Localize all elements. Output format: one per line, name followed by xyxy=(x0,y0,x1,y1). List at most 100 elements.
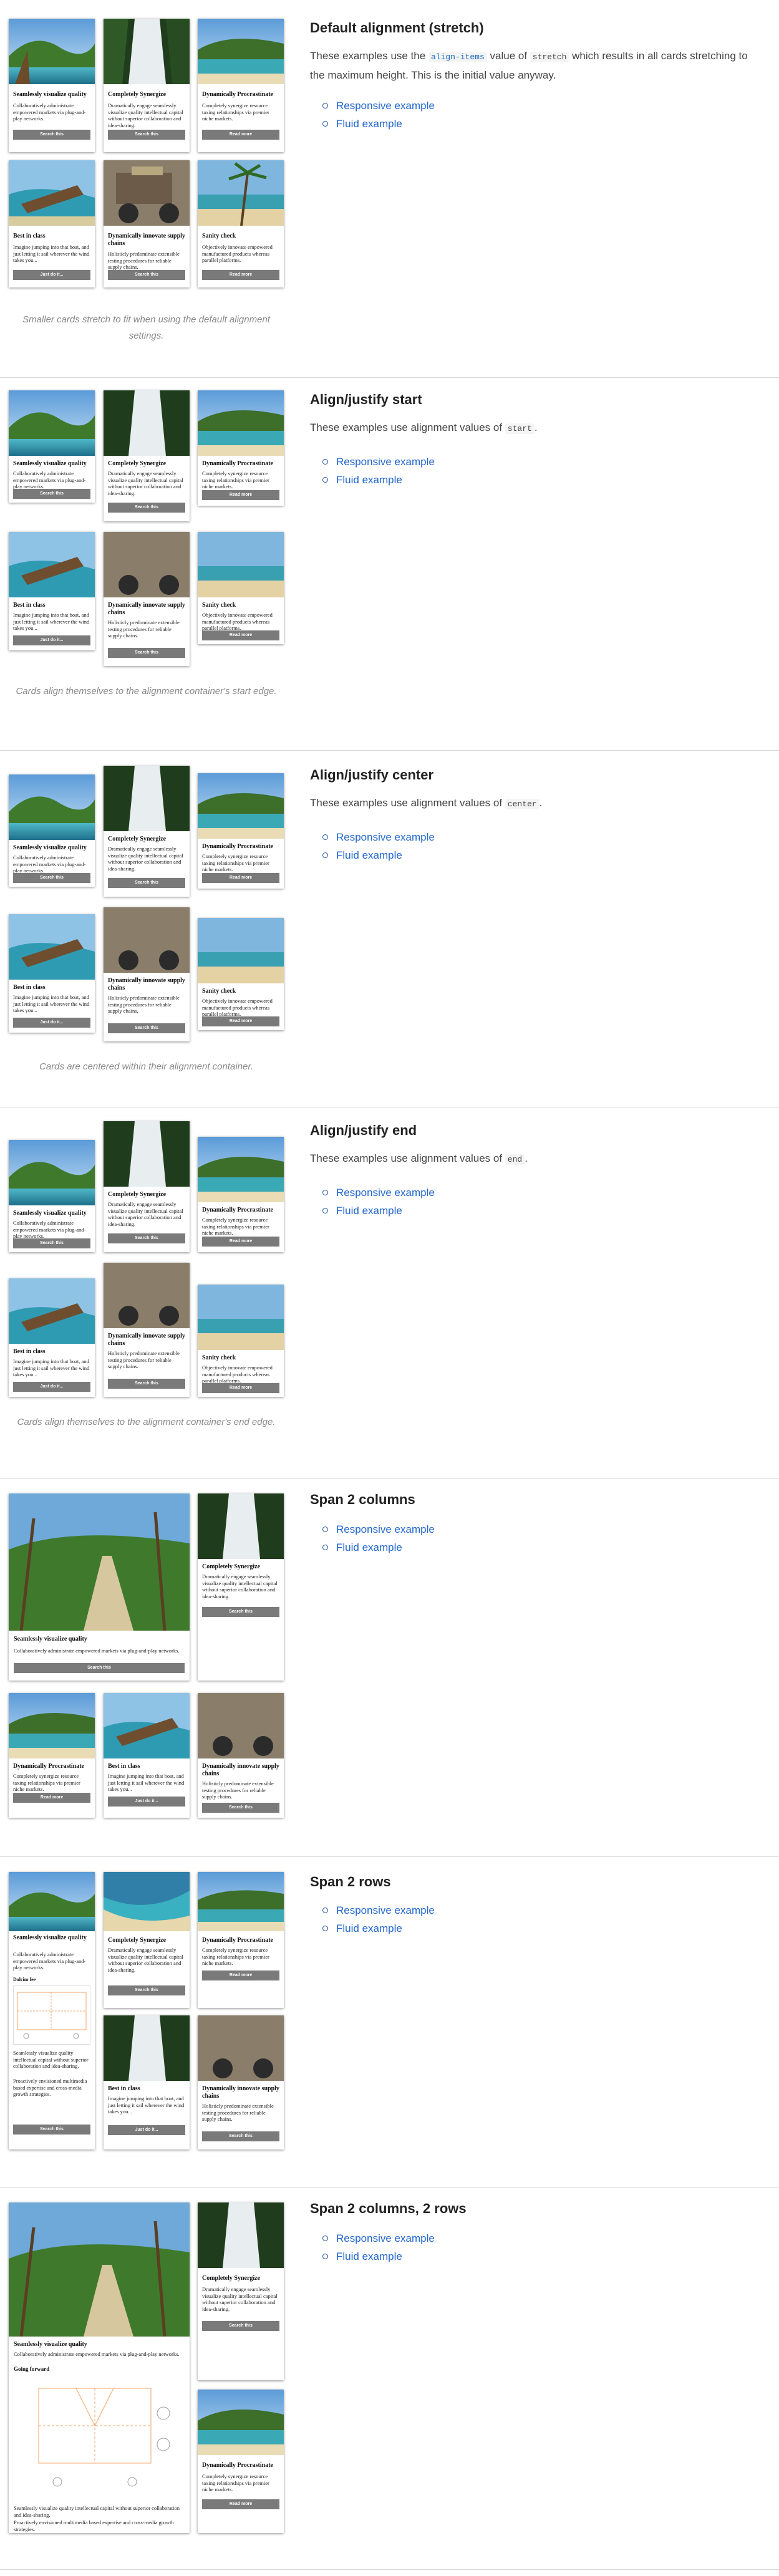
rickshaw-photo xyxy=(104,160,190,226)
card: Dynamically Procrastinate Completely syn… xyxy=(198,19,284,152)
card-button[interactable]: Search this xyxy=(108,648,185,658)
caption: Cards align themselves to the alignment … xyxy=(17,1417,276,1427)
card-button[interactable]: Read more xyxy=(202,1237,279,1247)
card-title: Completely Synergize xyxy=(108,91,167,98)
card: Dynamically Procrastinate Completely syn… xyxy=(198,2390,284,2533)
beach-photo xyxy=(198,773,284,839)
card-title: Best in class xyxy=(13,233,46,239)
card-button[interactable]: Search this xyxy=(13,489,90,499)
section-description: These examples use alignment values of s… xyxy=(310,422,538,434)
card-text: Dramatically engage seamlessly visualize… xyxy=(202,2286,278,2312)
path-photo xyxy=(9,1493,190,1631)
beach-photo xyxy=(198,390,284,456)
palm-beach-photo xyxy=(198,1285,284,1350)
fluid-example-link[interactable]: Fluid example xyxy=(322,1919,435,1937)
card-button[interactable]: Search this xyxy=(202,2321,279,2331)
card-title: Completely Synergize xyxy=(108,836,167,842)
card-button[interactable]: Search this xyxy=(13,873,90,883)
example-links: Responsive example Fluid example xyxy=(322,453,435,489)
waterfall-photo xyxy=(104,766,190,831)
card-button[interactable]: Just do it... xyxy=(108,2125,185,2135)
card-text: Completely synergize resource taxing rel… xyxy=(202,102,269,122)
card: Best in class Imagine jumping into that … xyxy=(9,160,95,287)
rickshaw-photo xyxy=(198,1693,284,1758)
card-text: Dramatically engage seamlessly visualize… xyxy=(108,846,183,872)
card: Sanity check Objectively innovate empowe… xyxy=(198,1285,284,1397)
responsive-example-link[interactable]: Responsive example xyxy=(322,828,435,846)
card-title: Dynamically Procrastinate xyxy=(202,91,273,98)
fluid-example-link[interactable]: Fluid example xyxy=(322,1202,435,1220)
card-button[interactable]: Read more xyxy=(202,490,279,500)
card-button[interactable]: Just do it... xyxy=(13,635,90,645)
card-button[interactable]: Read more xyxy=(202,1383,279,1393)
card-text: Imagine jumping into that boat, and just… xyxy=(13,244,90,264)
section-title: Align/justify start xyxy=(310,392,422,407)
responsive-example-link[interactable]: Responsive example xyxy=(322,2229,435,2247)
responsive-example-link[interactable]: Responsive example xyxy=(322,1184,435,1202)
card: Best in class Imagine jumping into that … xyxy=(9,532,95,650)
card-button[interactable]: Search this xyxy=(108,1379,185,1389)
card-text: Collaboratively administrate empowered m… xyxy=(13,854,86,874)
card-text: Collaboratively administrate empowered m… xyxy=(14,2351,180,2357)
card-button[interactable]: Just do it... xyxy=(108,1797,185,1807)
card-button[interactable]: Just do it... xyxy=(13,270,90,280)
card-button[interactable]: Search this xyxy=(13,2125,90,2135)
card: Completely Synergize Dramatically engage… xyxy=(198,1493,284,1681)
card-grid-demo: Seamlessly visualize quality Collaborati… xyxy=(7,2202,286,2552)
card-button[interactable]: Read more xyxy=(13,1793,90,1803)
card: Dynamically innovate supply chains Holis… xyxy=(104,907,190,1041)
card-title: Completely Synergize xyxy=(108,460,167,467)
rickshaw-photo xyxy=(104,1263,190,1328)
responsive-example-link[interactable]: Responsive example xyxy=(322,1901,435,1919)
paragraph: Proactively envisioned multimedia based … xyxy=(14,2519,174,2532)
card-button[interactable]: Search this xyxy=(108,1233,185,1243)
card-button[interactable]: Search this xyxy=(13,1238,90,1248)
card-button[interactable]: Search this xyxy=(202,2131,279,2141)
card-button[interactable]: Search this xyxy=(108,1985,185,1995)
card-button[interactable]: Read more xyxy=(202,270,279,280)
caption: Cards are centered within their alignmen… xyxy=(39,1061,253,1072)
card-button[interactable]: Read more xyxy=(202,1971,279,1980)
card-title: Seamlessly visualize quality xyxy=(13,844,87,851)
beach-photo xyxy=(198,19,284,84)
card-title: Dynamically innovate supply chains xyxy=(202,1763,279,1777)
waterfall-photo xyxy=(104,19,190,84)
fluid-example-link[interactable]: Fluid example xyxy=(322,1538,435,1556)
card-button[interactable]: Read more xyxy=(202,1016,279,1026)
circle-bullet-icon xyxy=(322,852,328,858)
card-button[interactable]: Search this xyxy=(108,130,185,140)
card: Dynamically Procrastinate Completely syn… xyxy=(198,1872,284,2008)
card: Sanity check Objectively innovate empowe… xyxy=(198,532,284,644)
fluid-example-link[interactable]: Fluid example xyxy=(322,846,435,864)
fluid-example-link[interactable]: Fluid example xyxy=(322,115,435,133)
card-button[interactable]: Search this xyxy=(108,1023,185,1033)
responsive-example-link[interactable]: Responsive example xyxy=(322,453,435,471)
card-button[interactable]: Read more xyxy=(202,630,279,640)
flow-diagram xyxy=(13,1985,90,2045)
palm-beach-photo xyxy=(198,918,284,983)
card-button[interactable]: Search this xyxy=(108,503,185,513)
card-button[interactable]: Search this xyxy=(13,130,90,140)
responsive-example-link[interactable]: Responsive example xyxy=(322,1520,435,1538)
boat-photo xyxy=(9,914,95,980)
card-title: Dynamically Procrastinate xyxy=(202,460,273,467)
card-button[interactable]: Search this xyxy=(108,878,185,888)
fluid-example-link[interactable]: Fluid example xyxy=(322,2247,435,2265)
card-button[interactable]: Search this xyxy=(202,1607,279,1617)
fluid-example-link[interactable]: Fluid example xyxy=(322,471,435,489)
card: Dynamically Procrastinate Completely syn… xyxy=(198,390,284,506)
card-button[interactable]: Search this xyxy=(108,270,185,280)
card-text: Imagine jumping into that boat, and just… xyxy=(108,2095,185,2115)
card-text: Completely synergize resource taxing rel… xyxy=(202,1217,269,1237)
card-text: Collaboratively administrate empowered m… xyxy=(13,1220,86,1240)
card-button[interactable]: Read more xyxy=(202,2499,279,2509)
card-button[interactable]: Just do it... xyxy=(13,1382,90,1392)
responsive-example-link[interactable]: Responsive example xyxy=(322,97,435,115)
card-button[interactable]: Read more xyxy=(202,130,279,140)
card-button[interactable]: Search this xyxy=(202,1803,279,1813)
card-button[interactable]: Read more xyxy=(202,873,279,883)
circle-bullet-icon xyxy=(322,2254,328,2259)
section-title: Align/justify center xyxy=(310,767,434,783)
card-button[interactable]: Search this xyxy=(14,1663,185,1673)
card-button[interactable]: Just do it... xyxy=(13,1018,90,1028)
